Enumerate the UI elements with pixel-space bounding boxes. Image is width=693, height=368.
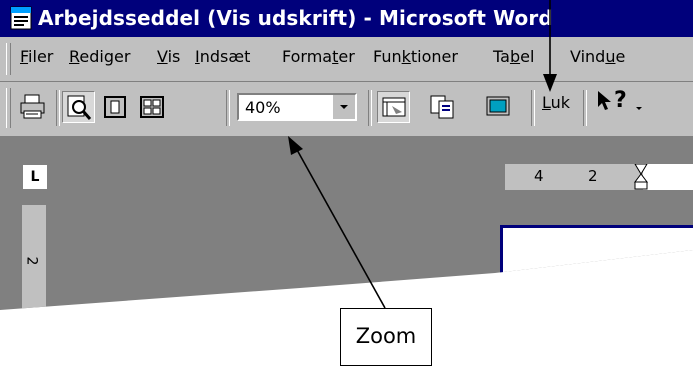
zoom-callout-arrowhead [288,136,303,155]
zoom-callout-arrow [295,147,386,309]
zoom-callout-box: Zoom [340,308,432,366]
zoom-callout-label: Zoom [355,324,417,348]
tabel-callout-arrowhead [543,74,557,92]
